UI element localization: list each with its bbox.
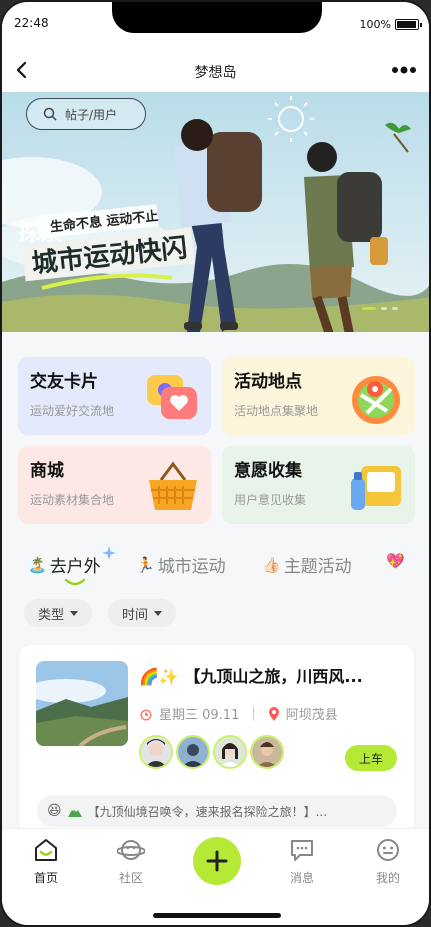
more-icon[interactable] — [391, 60, 417, 80]
profile-face-icon — [377, 839, 399, 861]
home-indicator — [153, 913, 281, 918]
filter-chips: 类型 时间 — [24, 599, 177, 627]
tabbar-messages[interactable]: 消息 — [272, 837, 332, 886]
quick-cards: 交友卡片 运动爱好交流地 活动地点 活动地点集聚地 商城 运动素材集合地 意愿收… — [18, 357, 416, 524]
activity-date: 星期三 09.11 — [159, 708, 240, 723]
tabbar-community[interactable]: 社区 — [101, 837, 161, 886]
title-text: 【九顶山之旅，川西风... — [184, 667, 363, 686]
chat-icon — [291, 840, 313, 861]
status-time: 22:48 — [14, 16, 49, 30]
card-location[interactable]: 活动地点 活动地点集聚地 — [222, 357, 415, 435]
activity-location: 阿坝茂县 — [285, 708, 338, 723]
alarm-clock-icon — [140, 709, 152, 720]
tabbar-home[interactable]: 首页 — [16, 837, 76, 886]
filter-type[interactable]: 类型 — [24, 599, 93, 627]
activity-notice[interactable]: 😆 【九顶仙境召唤令，速来报名探险之旅！】... — [37, 795, 397, 827]
avatar — [139, 735, 173, 769]
create-post-button[interactable] — [193, 837, 241, 885]
sparkle-icon — [102, 546, 116, 560]
folder-icon — [351, 466, 401, 510]
phone-screen: 22:48 100% 梦想岛 生命不息 运动不止 城市运动快闪 帖子/用户 交友… — [0, 0, 431, 927]
carousel-indicator — [362, 307, 398, 310]
activity-thumbnail — [36, 661, 128, 746]
filter-label: 时间 — [122, 607, 149, 623]
tab-emoji: 💖 — [386, 552, 405, 570]
location-pin-icon — [268, 706, 279, 721]
tab-label: 去户外 — [49, 557, 101, 577]
nav-bar: 梦想岛 — [2, 48, 429, 92]
card-friend[interactable]: 交友卡片 运动爱好交流地 — [18, 357, 211, 435]
basket-icon — [149, 461, 197, 510]
search-icon — [43, 107, 57, 121]
battery-icon — [395, 19, 422, 30]
page-title: 梦想岛 — [194, 65, 237, 81]
camera-notch — [112, 2, 322, 33]
avatar — [250, 735, 284, 769]
tab-outdoor[interactable]: 🏝️ 去户外 — [28, 546, 116, 586]
caret-down-icon — [154, 610, 163, 616]
mountain-icon — [67, 808, 82, 817]
tab-label: 主题活动 — [283, 557, 352, 577]
hero-banner[interactable]: 探索 生命不息 运动不止 城市运动快闪 帖子/用户 — [2, 92, 429, 332]
filter-time[interactable]: 时间 — [108, 599, 177, 627]
tabbar-label: 首页 — [33, 871, 58, 885]
activity-meta: 星期三 09.11 | 阿坝茂县 — [139, 704, 338, 723]
battery-percent: 100% — [359, 18, 391, 31]
search-placeholder: 帖子/用户 — [65, 107, 118, 122]
join-button[interactable]: 上车 — [345, 745, 397, 771]
planet-icon — [117, 840, 145, 860]
carousel-dot — [381, 307, 387, 310]
home-icon — [35, 839, 57, 861]
tab-emoji: 🏃 — [136, 555, 155, 574]
card-feedback[interactable]: 意愿收集 用户意见收集 — [222, 446, 415, 524]
chat-heart-icon — [147, 375, 197, 419]
grin-emoji-icon: 😆 — [47, 803, 62, 819]
avatar — [176, 735, 210, 769]
title-emoji: 🌈✨ — [139, 667, 179, 686]
search-input[interactable]: 帖子/用户 — [26, 98, 146, 130]
tab-emoji: 👍🏻 — [262, 555, 281, 574]
card-shop[interactable]: 商城 运动素材集合地 — [18, 446, 211, 524]
tab-city-sports[interactable]: 🏃 城市运动 — [136, 552, 226, 578]
tabbar-label: 社区 — [118, 871, 143, 885]
tab-theme-events[interactable]: 👍🏻 主题活动 — [262, 552, 352, 578]
tabbar-label: 我的 — [375, 871, 400, 885]
avatar — [213, 735, 247, 769]
tab-label: 城市运动 — [157, 557, 226, 577]
notice-text: 【九顶仙境召唤令，速来报名探险之旅！】... — [87, 804, 328, 819]
plus-icon — [206, 850, 228, 872]
filter-label: 类型 — [38, 607, 65, 623]
map-pin-icon — [352, 376, 400, 424]
tabbar-label: 消息 — [289, 871, 314, 885]
carousel-dot — [392, 307, 398, 310]
tabbar-profile[interactable]: 我的 — [358, 837, 418, 886]
activity-title: 🌈✨ 【九顶山之旅，川西风... — [139, 663, 401, 687]
meta-divider: | — [251, 706, 256, 721]
activity-card[interactable]: 🌈✨ 【九顶山之旅，川西风... 星期三 09.11 | 阿坝茂县 上车 😆 【… — [19, 645, 414, 835]
tab-emoji: 🏝️ — [28, 555, 47, 574]
tab-more[interactable]: 💖 — [386, 552, 405, 570]
caret-down-icon — [70, 610, 79, 616]
active-tab-underline — [64, 578, 86, 586]
carousel-dot-active — [362, 307, 376, 310]
participant-avatars[interactable] — [139, 735, 284, 769]
category-tabs: 🏝️ 去户外 🏃 城市运动 👍🏻 主题活动 💖 — [20, 546, 429, 592]
